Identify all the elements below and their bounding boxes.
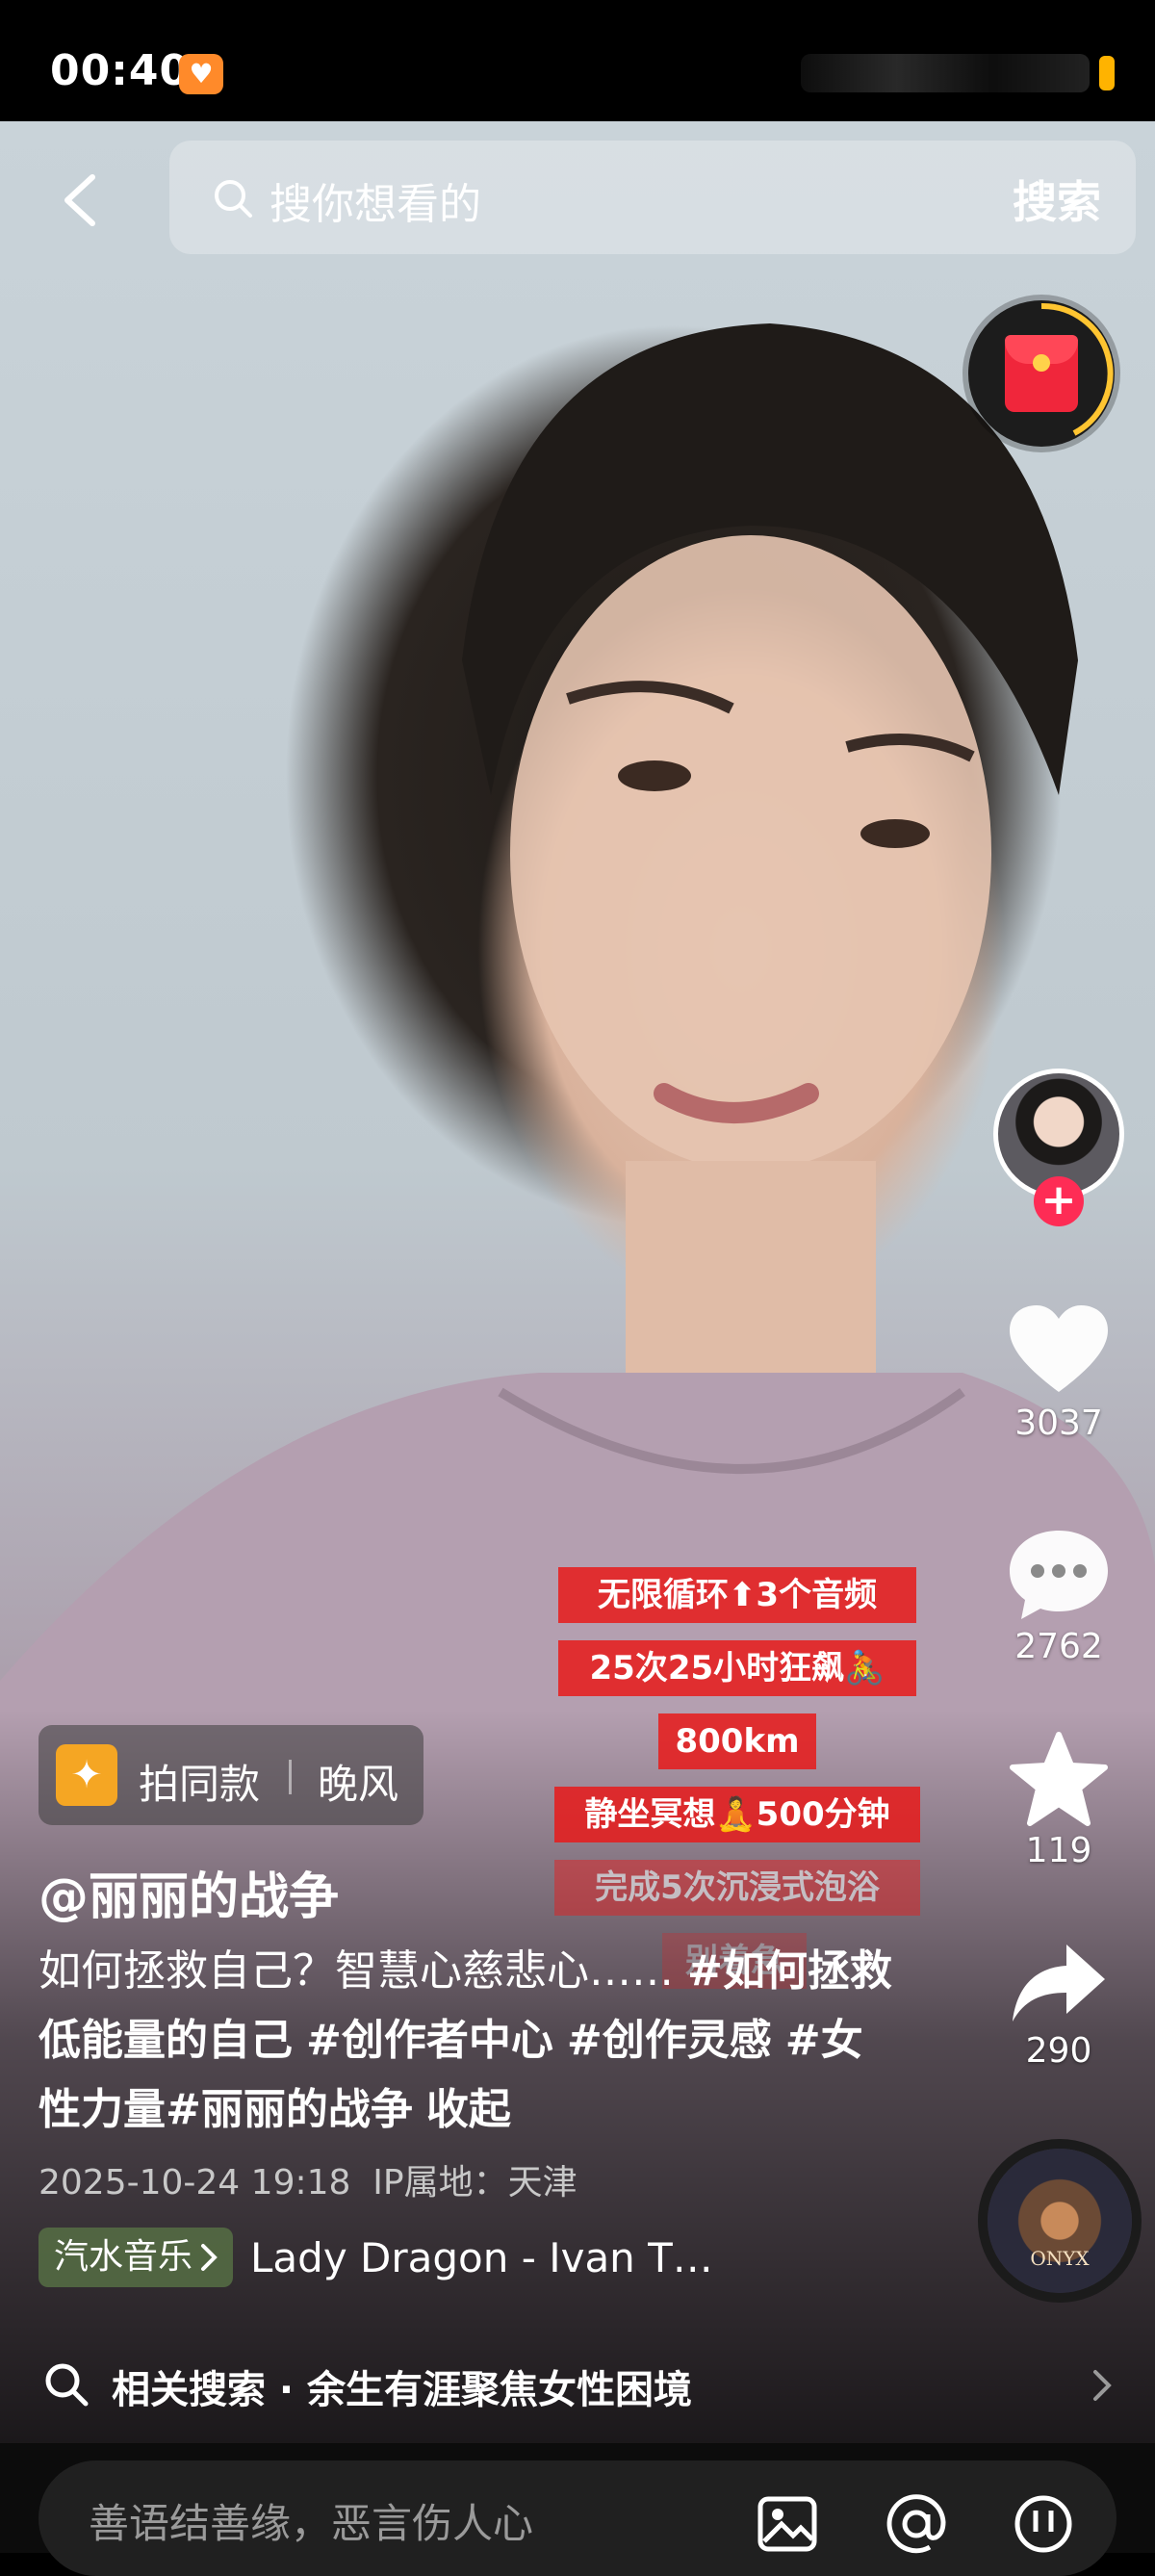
music-app-label: 汽水音乐 [54,2237,193,2277]
like-count: 3037 [1014,1404,1103,1443]
chevron-right-icon [1093,2370,1112,2401]
favorite-button[interactable]: 119 [991,1731,1126,1870]
author-avatar-button[interactable]: + [991,1069,1126,1226]
collapse-button[interactable]: 收起 [426,2085,511,2134]
related-search-bar[interactable]: 相关搜索 · 余生有涯聚焦女性困境 [0,2330,1155,2435]
star-icon [1010,1732,1108,1826]
red-packet-icon [1005,335,1078,412]
search-icon [215,180,252,218]
share-count: 290 [1025,2031,1092,2071]
author-name[interactable]: @丽丽的战争 [38,1856,339,1928]
overlay-text: 无限循环⬆3个音频 [558,1567,916,1623]
at-icon[interactable] [886,2493,947,2555]
hashtag[interactable]: #创作灵感 [567,2016,772,2065]
status-time: 00:40 [50,46,191,95]
overlay-text: 完成5次沉浸式泡浴 [554,1860,920,1916]
status-icons-blurred [801,54,1090,92]
heart-icon [1010,1305,1108,1392]
divider [289,1760,292,1794]
music-row[interactable]: 汽水音乐 Lady Dragon - Ivan T… [38,2226,713,2289]
red-packet-button[interactable] [968,300,1115,447]
search-icon [45,2363,89,2407]
comment-input[interactable]: 善语结善缘，恶言伤人心 [38,2460,1116,2576]
caption-text: 如何拯救自己？智慧心慈悲心…… [38,1946,687,1996]
comment-button[interactable]: 2762 [991,1527,1126,1666]
follow-button[interactable]: + [1034,1176,1084,1226]
comment-count: 2762 [1014,1627,1103,1666]
back-icon[interactable] [54,171,112,229]
search-bar[interactable]: 搜你想看的 搜索 [169,141,1136,254]
app-notification-icon: ♥ [179,54,223,94]
overlay-text: 25次25小时狂飙🚴 [558,1640,916,1696]
related-search-text: 相关搜索 · 余生有涯聚焦女性困境 [112,2368,693,2412]
same-style-button[interactable]: ✦ 拍同款 晚风 [38,1725,424,1825]
overlay-text: 800km [658,1713,816,1769]
post-meta: 2025-10-24 19:18 IP属地：天津 [38,2154,578,2204]
same-style-song: 晚风 [318,1761,399,1808]
ip-location: IP属地：天津 [372,2163,578,2202]
comment-icon [1010,1531,1108,1619]
music-app-badge[interactable]: 汽水音乐 [38,2228,234,2287]
emoji-icon[interactable] [1013,2493,1074,2555]
music-track[interactable]: Lady Dragon - Ivan T… [250,2234,713,2281]
same-style-label: 拍同款 [139,1761,261,1808]
post-caption: 如何拯救自己？智慧心慈悲心…… #如何拯救低能量的自己 #创作者中心 #创作灵感… [38,1937,895,2145]
image-icon[interactable] [757,2493,818,2555]
post-date: 2025-10-24 19:18 [38,2163,351,2202]
comment-placeholder: 善语结善缘，恶言伤人心 [89,2500,534,2547]
search-input[interactable]: 搜你想看的 [270,169,481,231]
search-button[interactable]: 搜索 [1013,167,1101,231]
sparkle-icon: ✦ [56,1744,117,1806]
share-icon [1013,1945,1105,2022]
music-disc-icon[interactable]: ONYX [988,2149,1132,2293]
share-button[interactable]: 290 [991,1941,1126,2071]
status-bar: 00:40 ♥ [0,0,1155,121]
favorite-count: 119 [1025,1831,1092,1870]
battery-icon [1099,56,1115,90]
overlay-text: 静坐冥想🧘500分钟 [554,1787,920,1842]
hashtag[interactable]: #创作者中心 [306,2016,553,2065]
disc-art: ONYX [1030,2247,1090,2270]
status-indicators [801,54,1115,92]
like-button[interactable]: 3037 [991,1303,1126,1443]
chevron-right-icon [201,2244,218,2271]
comment-bar: 善语结善缘，恶言伤人心 [0,2443,1155,2576]
